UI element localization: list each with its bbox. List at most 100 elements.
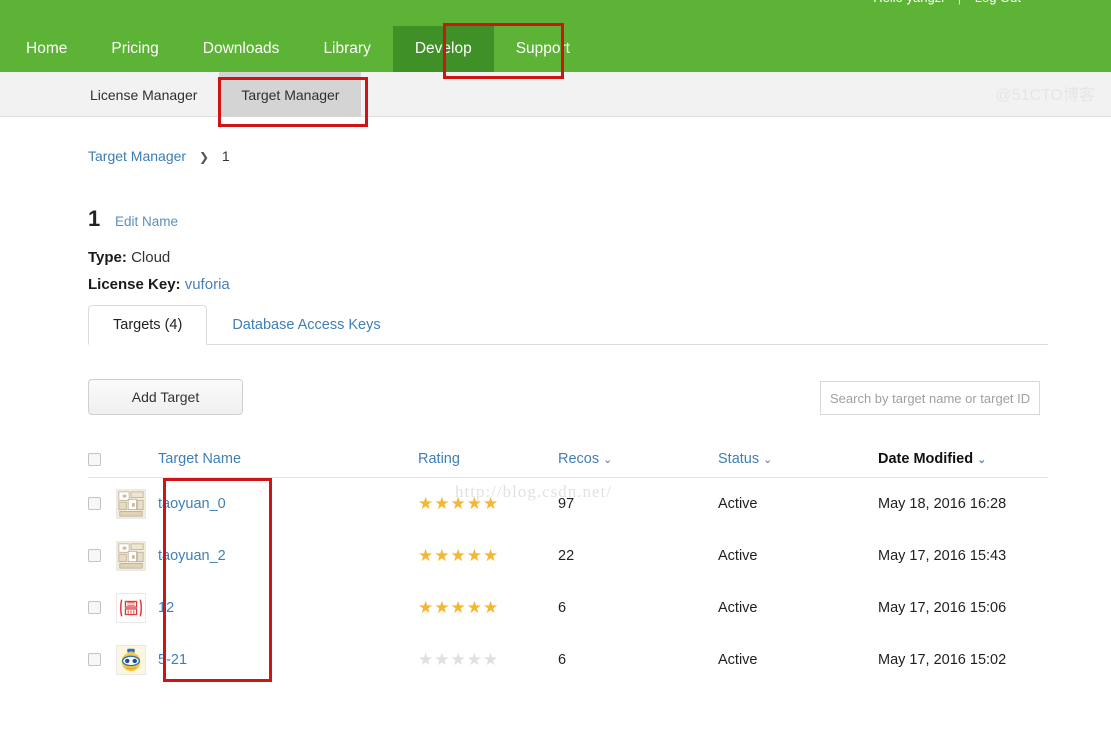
select-all-header [88, 445, 116, 478]
search-input[interactable] [830, 390, 1030, 406]
nav-item-support[interactable]: Support [494, 26, 592, 72]
header-status[interactable]: Status ⌄ [718, 445, 878, 478]
subnav-item-target-manager[interactable]: Target Manager [219, 72, 362, 117]
nav-item-library[interactable]: Library [301, 26, 392, 72]
add-target-button[interactable]: Add Target [88, 379, 243, 415]
rating-stars-filled: ★★★★★ [418, 597, 500, 617]
thumbnail-header [116, 445, 158, 478]
table-row: taoyuan_0 ★★★★★ 97 Active May 18, 2016 16:28 [88, 478, 1048, 530]
edit-name-link[interactable]: Edit Name [115, 214, 178, 229]
target-thumbnail-yellow-face-icon [116, 644, 158, 675]
nav-label-home: Home [26, 40, 68, 57]
table-row: 12 ★★★★★ 6 Active May 17, 2016 15:06 [88, 582, 1048, 634]
table-row: taoyuan_2 ★★★★★ 22 Active May 17, 2016 15:43 [88, 530, 1048, 582]
row-checkbox[interactable] [88, 497, 101, 511]
database-type-row: Type: Cloud [88, 249, 170, 266]
tab-label-database-access-keys: Database Access Keys [232, 317, 381, 333]
target-rating-cell: ★★★★★ [418, 582, 558, 634]
nav-label-develop: Develop [414, 40, 472, 57]
target-thumbnail-cell [116, 582, 158, 634]
target-thumbnail-red-glyph-icon [116, 592, 158, 623]
target-status-cell: Active [718, 582, 878, 634]
tab-targets[interactable]: Targets (4) [88, 305, 208, 345]
target-name-cell: 5-21 [158, 634, 418, 686]
header-label-status: Status [718, 451, 760, 467]
subnav-item-license-manager[interactable]: License Manager [0, 72, 219, 117]
target-date-cell: May 17, 2016 15:06 [878, 582, 1048, 634]
row-select-cell [88, 478, 116, 530]
row-checkbox[interactable] [88, 549, 101, 562]
rating-stars-filled: ★★★★★ [418, 493, 500, 513]
account-separator: | [958, 0, 961, 5]
row-select-cell [88, 530, 116, 582]
subnav-label-license-manager: License Manager [90, 86, 198, 103]
row-checkbox[interactable] [88, 653, 101, 666]
row-checkbox[interactable] [88, 601, 101, 614]
nav-item-downloads[interactable]: Downloads [181, 26, 302, 72]
target-recos-cell: 97 [558, 478, 718, 530]
date-modified-value: May 17, 2016 15:43 [878, 547, 1007, 564]
targets-table: Target Name Rating Recos ⌄ Status ⌄ Date M… [88, 445, 1048, 686]
target-status-cell: Active [718, 634, 878, 686]
nav-item-home[interactable]: Home [0, 26, 89, 72]
status-badge: Active [718, 599, 758, 616]
targets-table-head: Target Name Rating Recos ⌄ Status ⌄ Date M… [88, 445, 1048, 478]
target-name-link[interactable]: 12 [158, 600, 174, 616]
target-name-cell: 12 [158, 582, 418, 634]
header-label-target-name: Target Name [158, 451, 242, 467]
target-thumbnail-cell [116, 634, 158, 686]
recos-value: 6 [558, 651, 567, 668]
target-name-link[interactable]: taoyuan_2 [158, 548, 226, 564]
target-rating-cell: ★★★★★ [418, 530, 558, 582]
header-label-recos: Recos [558, 451, 600, 467]
nav-item-develop[interactable]: Develop [392, 26, 494, 72]
nav-item-pricing[interactable]: Pricing [89, 26, 180, 72]
target-thumbnail-floorplan-icon [116, 540, 158, 571]
database-license-label: License Key: [88, 276, 181, 293]
target-date-cell: May 17, 2016 15:43 [878, 530, 1048, 582]
status-badge: Active [718, 651, 758, 668]
date-modified-value: May 18, 2016 16:28 [878, 495, 1007, 512]
chevron-down-icon-status: ⌄ [763, 454, 773, 466]
row-select-cell [88, 582, 116, 634]
site-header: Hello yangzi | Log Out Home Pricing Down… [0, 0, 1111, 72]
target-name-link[interactable]: taoyuan_0 [158, 496, 226, 512]
tab-database-access-keys[interactable]: Database Access Keys [207, 305, 405, 345]
date-modified-value: May 17, 2016 15:02 [878, 651, 1007, 668]
breadcrumb: Target Manager ❯ 1 [88, 148, 230, 164]
account-strip: Hello yangzi | Log Out [873, 0, 1021, 8]
target-status-cell: Active [718, 478, 878, 530]
target-rating-cell: ★★★★★ [418, 634, 558, 686]
subnav-label-target-manager: Target Manager [241, 86, 340, 103]
rating-stars-filled: ★★★★★ [418, 545, 500, 565]
watermark-site: @51CTO博客 [995, 87, 1095, 104]
targets-table-body: taoyuan_0 ★★★★★ 97 Active May 18, 2016 16:28… [88, 478, 1048, 686]
header-rating[interactable]: Rating [418, 445, 558, 478]
nav-label-library: Library [323, 40, 371, 57]
database-license-row: License Key: vuforia [88, 276, 230, 293]
chevron-down-icon-recos: ⌄ [603, 454, 613, 466]
select-all-checkbox[interactable] [88, 452, 101, 466]
target-name-link[interactable]: 5-21 [158, 652, 187, 668]
tab-label-targets: Targets (4) [113, 317, 183, 333]
add-target-label: Add Target [131, 389, 200, 405]
search-box[interactable] [820, 381, 1040, 415]
page-title: 1 [88, 206, 101, 231]
logout-link[interactable]: Log Out [975, 0, 1021, 5]
target-recos-cell: 22 [558, 530, 718, 582]
status-badge: Active [718, 547, 758, 564]
target-thumbnail-cell [116, 478, 158, 530]
database-type-value: Cloud [131, 249, 171, 266]
target-recos-cell: 6 [558, 582, 718, 634]
database-license-value[interactable]: vuforia [185, 276, 230, 293]
header-recos[interactable]: Recos ⌄ [558, 445, 718, 478]
chevron-right-icon: ❯ [198, 150, 210, 164]
row-select-cell [88, 634, 116, 686]
header-label-rating: Rating [418, 451, 460, 467]
header-label-date-modified: Date Modified [878, 451, 974, 467]
page-root: Hello yangzi | Log Out Home Pricing Down… [0, 0, 1111, 731]
breadcrumb-root[interactable]: Target Manager [88, 148, 186, 164]
breadcrumb-current: 1 [221, 148, 230, 164]
header-target-name[interactable]: Target Name [158, 445, 418, 478]
header-date-modified[interactable]: Date Modified ⌄ [878, 445, 1048, 478]
